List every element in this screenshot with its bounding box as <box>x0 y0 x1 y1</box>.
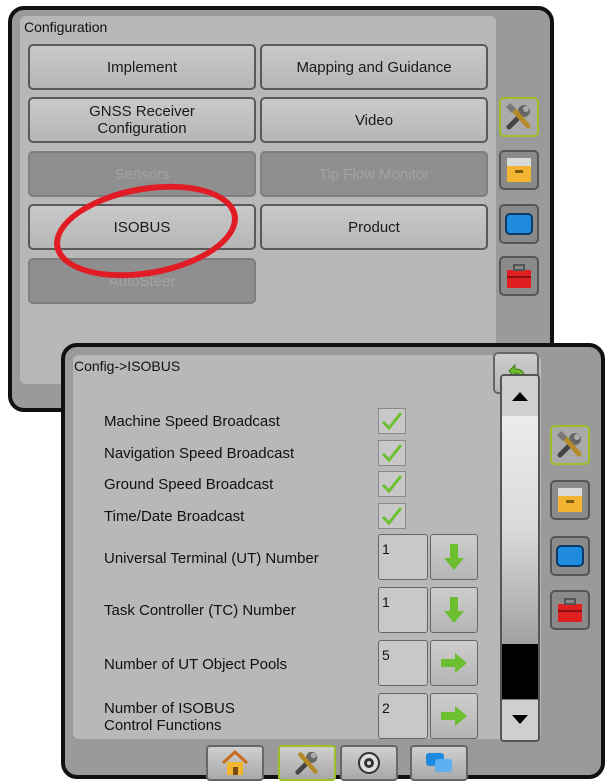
gnss-receiver-button[interactable]: GNSS Receiver Configuration <box>28 97 256 143</box>
isobus-control-functions-label: Number of ISOBUS Control Functions <box>104 700 235 734</box>
home-tab[interactable] <box>206 745 264 781</box>
console-icon <box>507 158 531 182</box>
arrow-right-icon <box>441 706 467 726</box>
ut-number-down-button[interactable] <box>430 534 478 580</box>
ut-object-pools-next-button[interactable] <box>430 640 478 686</box>
console-tab-front[interactable] <box>550 480 590 520</box>
tools-tab[interactable] <box>499 97 539 137</box>
ground-speed-label: Ground Speed Broadcast <box>104 476 274 493</box>
tip-flow-monitor-button: Tip Flow Monitor <box>260 151 488 197</box>
tc-number-down-button[interactable] <box>430 587 478 633</box>
scrollbar[interactable] <box>500 374 540 742</box>
tools-icon <box>557 431 582 458</box>
ut-object-pools-label: Number of UT Object Pools <box>104 656 288 673</box>
check-icon <box>381 412 403 431</box>
toolbox-icon <box>558 598 582 622</box>
scroll-up-button[interactable] <box>502 376 538 417</box>
isobus-control-functions-next-button[interactable] <box>430 693 478 739</box>
product-button[interactable]: Product <box>260 204 488 250</box>
video-button[interactable]: Video <box>260 97 488 143</box>
screen-tab-front[interactable] <box>550 536 590 576</box>
home-icon <box>221 749 249 775</box>
ut-number-label: Universal Terminal (UT) Number <box>104 550 319 567</box>
ground-speed-checkbox[interactable] <box>378 471 406 497</box>
chat-tab[interactable] <box>410 745 468 781</box>
arrow-down-icon <box>444 597 464 623</box>
arrow-down-icon <box>444 544 464 570</box>
tools-tab-front[interactable] <box>550 425 590 465</box>
machine-speed-label: Machine Speed Broadcast <box>104 413 280 430</box>
tools-icon <box>295 751 318 775</box>
screen-icon <box>556 545 584 567</box>
scroll-thumb[interactable] <box>502 644 538 702</box>
toolbox-tab[interactable] <box>499 256 539 296</box>
time-date-label: Time/Date Broadcast <box>104 508 245 525</box>
console-tab[interactable] <box>499 150 539 190</box>
machine-speed-checkbox[interactable] <box>378 408 406 434</box>
gnss-tab[interactable] <box>340 745 398 781</box>
toolbox-icon <box>507 264 531 288</box>
scroll-down-button[interactable] <box>502 699 538 740</box>
check-icon <box>381 475 403 494</box>
navigation-speed-checkbox[interactable] <box>378 440 406 466</box>
gnss-icon <box>358 752 380 774</box>
implement-button[interactable]: Implement <box>28 44 256 90</box>
console-icon <box>558 488 582 512</box>
screen-tab[interactable] <box>499 204 539 244</box>
triangle-down-icon <box>512 715 528 724</box>
check-icon <box>381 444 403 463</box>
tc-number-field[interactable]: 1 <box>378 587 428 633</box>
isobus-panel-title: Config->ISOBUS <box>74 358 181 374</box>
time-date-checkbox[interactable] <box>378 503 406 529</box>
navigation-speed-label: Navigation Speed Broadcast <box>104 445 295 462</box>
arrow-right-icon <box>441 653 467 673</box>
ut-object-pools-field[interactable]: 5 <box>378 640 428 686</box>
check-icon <box>381 507 403 526</box>
tools-icon <box>506 103 531 130</box>
chat-icon <box>426 753 452 772</box>
tc-number-label: Task Controller (TC) Number <box>104 602 296 619</box>
toolbox-tab-front[interactable] <box>550 590 590 630</box>
ut-number-field[interactable]: 1 <box>378 534 428 580</box>
screen-icon <box>505 213 533 235</box>
tools-bottom-tab[interactable] <box>278 745 336 781</box>
triangle-up-icon <box>512 392 528 401</box>
mapping-guidance-button[interactable]: Mapping and Guidance <box>260 44 488 90</box>
isobus-control-functions-field[interactable]: 2 <box>378 693 428 739</box>
panel-title: Configuration <box>24 19 108 35</box>
